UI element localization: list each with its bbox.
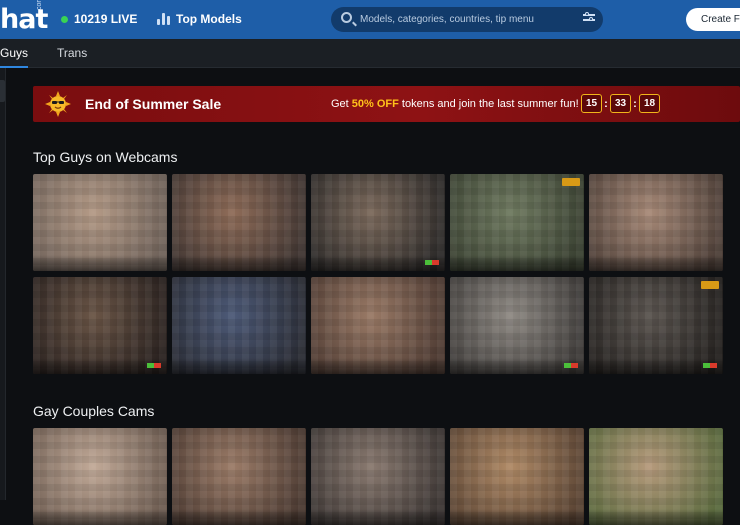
thumbnail-caption-bar — [589, 255, 723, 271]
sidebar-toggle[interactable] — [0, 80, 5, 102]
podium-icon — [157, 13, 170, 25]
countdown-timer: 15 : 33 : 18 — [581, 94, 660, 113]
sun-sunglasses-icon — [45, 91, 71, 117]
model-thumbnail[interactable] — [589, 428, 723, 525]
thumbnail-caption-bar — [311, 509, 445, 525]
model-thumbnail[interactable] — [172, 174, 306, 271]
tab-guys[interactable]: Guys — [0, 46, 28, 60]
timer-minutes: 33 — [610, 94, 631, 113]
thumbnail-caption-bar — [450, 509, 584, 525]
thumbnail-caption-bar — [33, 255, 167, 271]
model-thumbnail[interactable] — [172, 277, 306, 374]
model-thumbnail[interactable] — [450, 277, 584, 374]
country-flag-icon — [564, 363, 578, 368]
model-grid-gay-couples — [33, 428, 723, 525]
model-thumbnail[interactable] — [589, 174, 723, 271]
model-thumbnail[interactable] — [311, 174, 445, 271]
timer-hours: 15 — [581, 94, 602, 113]
country-flag-icon — [147, 363, 161, 368]
model-thumbnail[interactable] — [311, 428, 445, 525]
model-thumbnail[interactable] — [33, 277, 167, 374]
model-thumbnail[interactable] — [311, 277, 445, 374]
live-label: LIVE — [110, 12, 138, 26]
country-flag-icon — [703, 363, 717, 368]
thumbnail-caption-bar — [172, 509, 306, 525]
hd-badge-icon — [562, 178, 580, 186]
category-tabs: Guys Trans — [0, 39, 740, 68]
banner-highlight: 50% OFF — [351, 98, 399, 110]
filter-icon[interactable] — [583, 12, 595, 22]
sidebar — [0, 68, 6, 500]
thumbnail-caption-bar — [172, 255, 306, 271]
banner-text: Get 50% OFF tokens and join the last sum… — [331, 98, 579, 110]
model-thumbnail[interactable] — [33, 174, 167, 271]
model-thumbnail[interactable] — [172, 428, 306, 525]
model-thumbnail[interactable] — [450, 174, 584, 271]
logo-domain: com — [36, 0, 43, 10]
thumbnail-caption-bar — [589, 509, 723, 525]
section-title-top-guys: Top Guys on Webcams — [33, 149, 178, 165]
thumbnail-caption-bar — [172, 358, 306, 374]
section-title-gay-couples: Gay Couples Cams — [33, 403, 155, 419]
timer-seconds: 18 — [639, 94, 660, 113]
create-account-button[interactable]: Create Free Account — [686, 8, 740, 31]
search-bar — [331, 7, 603, 32]
model-grid-top-guys — [33, 174, 723, 374]
banner-title: End of Summer Sale — [85, 96, 222, 112]
search-input[interactable] — [360, 11, 570, 28]
live-counter[interactable]: 10219 LIVE — [61, 12, 137, 26]
top-models-label: Top Models — [176, 12, 242, 26]
search-icon — [341, 12, 352, 23]
top-bar: hat com 10219 LIVE Top Models Create Fre… — [0, 0, 740, 39]
promo-banner[interactable]: End of Summer Sale Get 50% OFF tokens an… — [33, 86, 740, 122]
model-thumbnail[interactable] — [33, 428, 167, 525]
live-dot-icon — [61, 15, 68, 23]
thumbnail-caption-bar — [33, 509, 167, 525]
thumbnail-caption-bar — [450, 255, 584, 271]
hd-badge-icon — [701, 281, 719, 289]
live-count: 10219 — [74, 12, 108, 26]
thumbnail-caption-bar — [311, 358, 445, 374]
top-models-link[interactable]: Top Models — [157, 12, 242, 26]
model-thumbnail[interactable] — [450, 428, 584, 525]
country-flag-icon — [425, 260, 439, 265]
tab-trans[interactable]: Trans — [57, 46, 87, 60]
model-thumbnail[interactable] — [589, 277, 723, 374]
